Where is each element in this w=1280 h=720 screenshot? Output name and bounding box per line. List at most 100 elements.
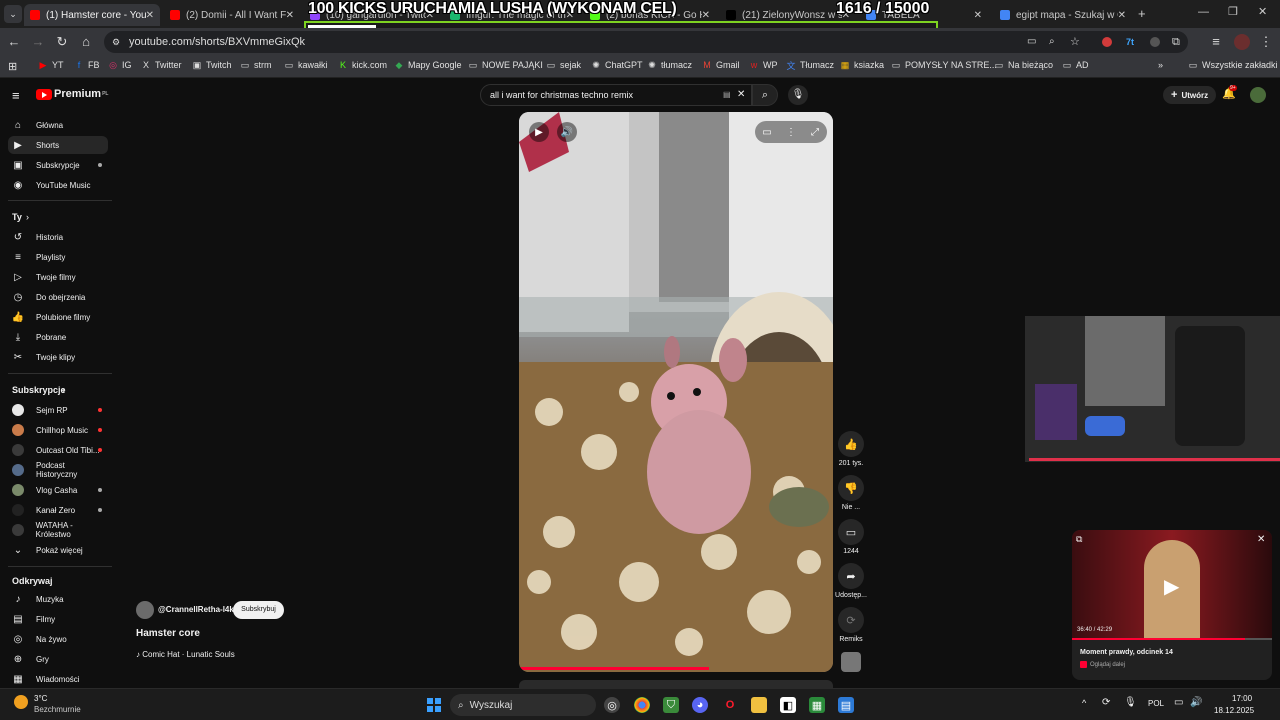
- bookmark-fb[interactable]: f FB: [74, 60, 100, 70]
- bookmarks-overflow-icon[interactable]: »: [1158, 60, 1163, 70]
- like-action[interactable]: 👍 201 tys.: [838, 431, 864, 467]
- remix-action[interactable]: ⟳ Remiks: [836, 607, 866, 643]
- sidebar-item[interactable]: ▣ Subskrypcje: [8, 156, 108, 174]
- share-action[interactable]: ➦ Udostęp...: [834, 563, 868, 599]
- clock-date[interactable]: 18.12.2025: [1214, 706, 1254, 715]
- miniplayer-video[interactable]: ▶ ⧉ 36:40 / 42:29: [1072, 530, 1272, 640]
- profile-avatar[interactable]: [1234, 34, 1250, 50]
- tab-close-icon[interactable]: ✕: [702, 10, 710, 21]
- subscription-channel[interactable]: Kanał Zero: [8, 501, 108, 519]
- captions-button[interactable]: ▭: [757, 122, 777, 142]
- file-explorer-icon[interactable]: [751, 697, 767, 713]
- bookmark-mapy-google[interactable]: ◆ Mapy Google: [394, 60, 462, 71]
- sync-tray-icon[interactable]: ⟳: [1102, 697, 1110, 708]
- extension-grey-icon[interactable]: [1150, 37, 1160, 47]
- bookmark-ksiazka[interactable]: ▦ ksiazka: [840, 60, 884, 71]
- notepad-icon[interactable]: ▤: [838, 697, 854, 713]
- volume-button[interactable]: 🔊: [557, 122, 577, 142]
- channel-avatar[interactable]: [136, 601, 154, 619]
- sidebar-item[interactable]: ◷ Do obejrzenia: [8, 288, 108, 306]
- sidebar-item[interactable]: ✂ Twoje klipy: [8, 348, 108, 366]
- tab-close-icon[interactable]: ✕: [286, 10, 294, 21]
- zoom-icon[interactable]: ⌕: [1049, 31, 1055, 53]
- tab-list-button[interactable]: ⌄: [4, 5, 22, 23]
- taskbar-search[interactable]: ⌕ Wyszukaj: [450, 694, 596, 716]
- tab-1[interactable]: (1) Hamster core - YouTube✕: [24, 4, 160, 26]
- you-section-heading[interactable]: Ty: [12, 212, 22, 222]
- reading-list-icon[interactable]: ≡: [1208, 34, 1224, 50]
- fullscreen-button[interactable]: ⤢: [805, 122, 825, 142]
- show-more-button[interactable]: ⌄ Pokaż więcej: [8, 541, 108, 559]
- miniplayer-close-icon[interactable]: ✕: [1257, 534, 1265, 545]
- bookmark-gmail[interactable]: M Gmail: [702, 60, 739, 70]
- tab-close-icon[interactable]: ✕: [1118, 10, 1126, 21]
- sidebar-item[interactable]: ▶ Shorts: [8, 136, 108, 154]
- tab-close-icon[interactable]: ✕: [146, 10, 154, 21]
- sidebar-item[interactable]: ⌂ Główna: [8, 116, 108, 134]
- sidebar-item[interactable]: ♪ Muzyka: [8, 590, 108, 608]
- sidebar-item[interactable]: ▷ Twoje filmy: [8, 268, 108, 286]
- minimize-button[interactable]: —: [1198, 6, 1209, 18]
- bookmark-twitch[interactable]: ▣ Twitch: [192, 60, 232, 71]
- browser-menu-icon[interactable]: ⋮: [1258, 34, 1274, 50]
- bookmark-na-bieżąco[interactable]: ▭ Na bieżąco: [994, 60, 1053, 71]
- bookmark-wp[interactable]: w WP: [749, 60, 778, 70]
- all-bookmarks[interactable]: ▭ Wszystkie zakładki: [1188, 60, 1278, 71]
- discord-icon[interactable]: ◕: [692, 697, 708, 713]
- bookmark-yt[interactable]: ▶ YT: [38, 60, 64, 71]
- clear-search-icon[interactable]: ✕: [737, 85, 745, 105]
- site-info-icon[interactable]: ⚙: [112, 31, 120, 53]
- sidebar-item[interactable]: 👍 Polubione filmy: [8, 308, 108, 326]
- close-window-button[interactable]: ✕: [1258, 5, 1267, 18]
- play-button[interactable]: ▶: [529, 122, 549, 142]
- mic-tray-icon[interactable]: 🎙: [1124, 697, 1137, 708]
- weather-icon[interactable]: [14, 695, 28, 709]
- capcut-icon[interactable]: ◧: [780, 697, 796, 713]
- subscriptions-heading[interactable]: Subskrypcje: [12, 385, 66, 395]
- guide-menu-icon[interactable]: ≡: [12, 88, 20, 103]
- short-music[interactable]: ♪ Comic Hat · Lunatic Souls: [136, 650, 235, 659]
- sound-thumbnail[interactable]: [841, 652, 861, 672]
- brave-icon[interactable]: ⛉: [663, 697, 679, 713]
- create-button[interactable]: + Utwórz: [1163, 86, 1217, 104]
- bookmark-star-icon[interactable]: ☆: [1070, 31, 1080, 53]
- sidebar-item[interactable]: ▦ Wiadomości: [8, 670, 108, 688]
- sidebar-item[interactable]: ◉ YouTube Music: [8, 176, 108, 194]
- youtube-logo[interactable]: Premium PL: [36, 88, 108, 100]
- bookmark-chatgpt[interactable]: ✺ ChatGPT: [591, 60, 642, 71]
- tab-close-icon[interactable]: ✕: [974, 10, 982, 21]
- bookmark-kawałki[interactable]: ▭ kawałki: [284, 60, 328, 71]
- apps-icon[interactable]: ⊞: [8, 60, 17, 73]
- bookmark-strm[interactable]: ▭ strm: [240, 60, 272, 71]
- subscribe-button[interactable]: Subskrybuj: [233, 601, 284, 619]
- bookmark-sejak[interactable]: ▭ sejak: [546, 60, 581, 71]
- subscription-channel[interactable]: Vlog Casha: [8, 481, 108, 499]
- bookmark-pomysły-na-stre[interactable]: ▭ POMYSŁY NA STRE...: [891, 60, 997, 71]
- subscription-channel[interactable]: Sejm RP: [8, 401, 108, 419]
- sidebar-item[interactable]: ↺ Historia: [8, 228, 108, 246]
- opera-icon[interactable]: O: [722, 697, 738, 713]
- tray-overflow-icon[interactable]: ^: [1082, 698, 1086, 708]
- miniplayer-play-icon[interactable]: ▶: [1164, 574, 1179, 599]
- network-tray-icon[interactable]: ▭: [1174, 697, 1183, 708]
- sidebar-item[interactable]: ▤ Filmy: [8, 610, 108, 628]
- more-options-button[interactable]: ⋮: [781, 122, 801, 142]
- subscription-channel[interactable]: Outcast Old Tibi...: [8, 441, 108, 459]
- sidebar-item[interactable]: ≡ Playlisty: [8, 248, 108, 266]
- volume-tray-icon[interactable]: 🔊: [1190, 697, 1202, 708]
- tab-2[interactable]: (2) Domii - All I Want For Christmas✕: [164, 4, 300, 26]
- clock-time[interactable]: 17:00: [1232, 694, 1252, 703]
- bookmark-ig[interactable]: ◎ IG: [108, 60, 131, 71]
- shorts-video[interactable]: ▶ 🔊 ▭ ⋮ ⤢: [519, 112, 833, 672]
- bookmark-twitter[interactable]: X Twitter: [141, 60, 182, 70]
- miniplayer-expand-icon[interactable]: ⧉: [1076, 534, 1082, 545]
- reload-icon[interactable]: ↻: [54, 34, 70, 50]
- miniplayer[interactable]: ▶ ⧉ 36:40 / 42:29 ✕ Moment prawdy, odcin…: [1072, 530, 1272, 680]
- bookmark-ad[interactable]: ▭ AD: [1062, 60, 1089, 71]
- subscription-channel[interactable]: Podcast Historyczny: [8, 461, 108, 479]
- new-tab-button[interactable]: +: [1138, 6, 1146, 21]
- copilot-icon[interactable]: ◎: [604, 697, 620, 713]
- bookmark-nowe-pająki[interactable]: ▭ NOWE PAJĄKI: [468, 60, 543, 71]
- account-avatar[interactable]: [1250, 87, 1266, 103]
- address-bar[interactable]: ⚙ youtube.com/shorts/BXVmmeGixQk ▭ ⌕ ☆ 7…: [104, 31, 1188, 53]
